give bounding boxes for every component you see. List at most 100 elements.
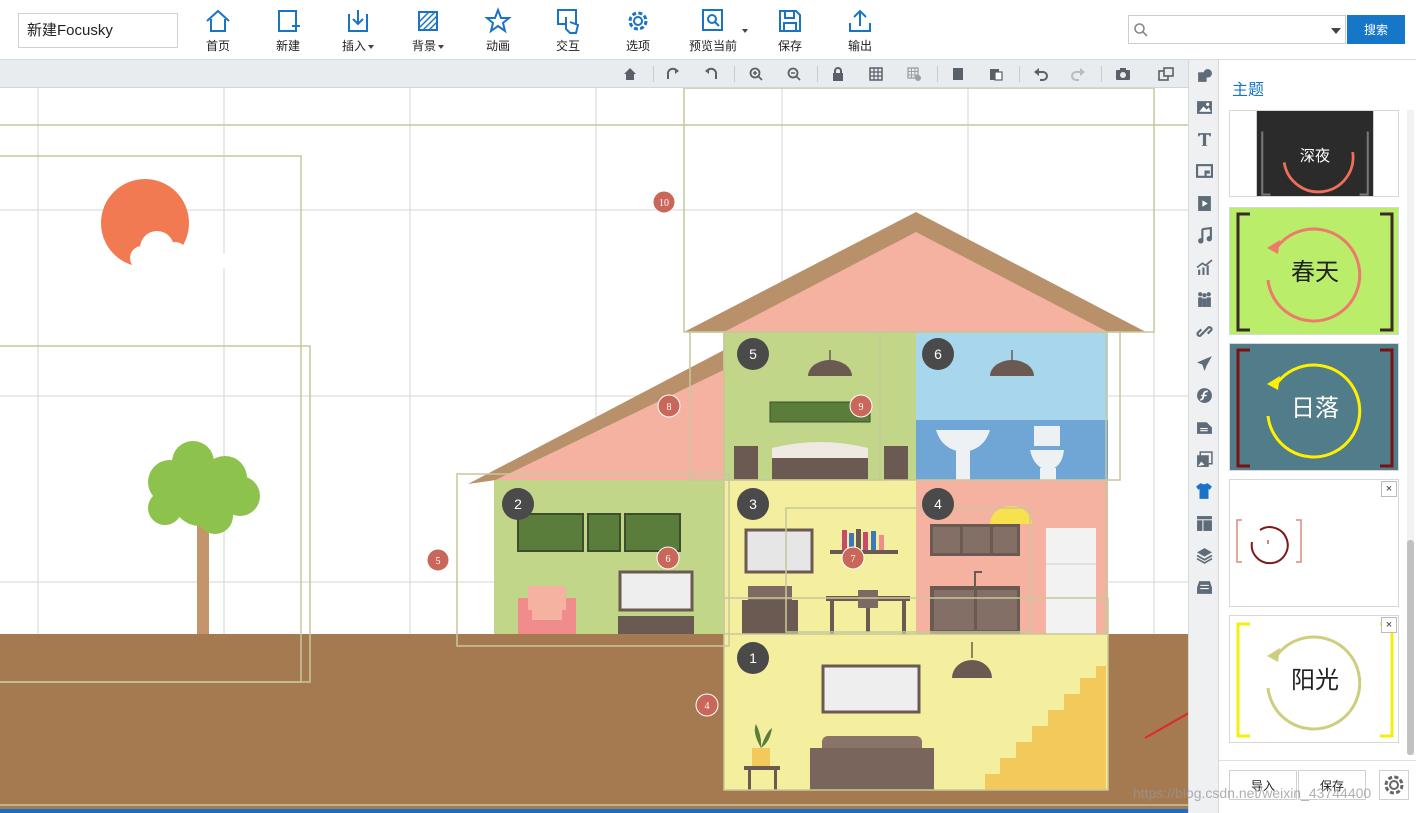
rotate-right-icon xyxy=(666,67,679,79)
new-button[interactable]: 新建 xyxy=(258,7,318,55)
search-button[interactable]: 搜索 xyxy=(1347,15,1405,44)
image-tool[interactable] xyxy=(1193,96,1215,118)
window-mode-button[interactable] xyxy=(1155,64,1177,84)
sun-graphic[interactable] xyxy=(101,179,227,270)
editing-canvas[interactable]: 5 6 2 3 4 1 10 8 9 6 7 5 4 xyxy=(0,88,1188,810)
room-badge-6: 6 xyxy=(934,346,942,362)
redo-icon xyxy=(1071,68,1085,81)
flash-tool[interactable] xyxy=(1193,352,1215,374)
gallery-tool[interactable] xyxy=(1193,448,1215,470)
undo-button[interactable] xyxy=(1030,64,1052,84)
rotate-right-button[interactable] xyxy=(662,64,684,84)
theme-card-sunshine[interactable]: 阳光 × xyxy=(1229,615,1399,743)
animation-button[interactable]: 动画 xyxy=(468,7,528,55)
formula-tool[interactable] xyxy=(1193,416,1215,438)
grid-button[interactable] xyxy=(865,64,887,84)
archive-tool[interactable] xyxy=(1193,576,1215,598)
copy-icon xyxy=(953,68,963,80)
chart-tool[interactable] xyxy=(1193,256,1215,278)
new-page-icon xyxy=(278,10,300,32)
theme-preview-sunset: 日落 xyxy=(1230,344,1398,470)
camera-icon xyxy=(1116,68,1130,80)
video-icon xyxy=(1197,195,1211,211)
zoom-out-button[interactable] xyxy=(783,64,805,84)
swf-icon xyxy=(1196,387,1212,403)
frame-badge-4: 4 xyxy=(705,701,710,712)
background-button[interactable]: 背景 xyxy=(398,7,458,55)
theme-name-sunshine: 阳光 xyxy=(1291,666,1339,694)
search-input[interactable] xyxy=(1153,19,1323,40)
shapes-tool[interactable] xyxy=(1193,64,1215,86)
close-theme-custom-1-button[interactable]: × xyxy=(1381,481,1397,497)
theme-name-midnight: 深夜 xyxy=(1300,147,1330,165)
theme-panel-scrollbar[interactable] xyxy=(1407,110,1414,755)
search-icon xyxy=(1134,23,1148,37)
document-icon xyxy=(1196,421,1212,434)
window-mode-icon xyxy=(1158,67,1174,81)
paste-button[interactable] xyxy=(985,64,1007,84)
rotate-left-button[interactable] xyxy=(700,64,722,84)
theme-card-spring[interactable]: 春天 xyxy=(1229,207,1399,335)
save-button[interactable]: 保存 xyxy=(760,7,820,55)
layers-tool[interactable] xyxy=(1193,544,1215,566)
layout-tool[interactable] xyxy=(1193,512,1215,534)
special-symbol-tool[interactable] xyxy=(1193,384,1215,406)
theme-panel-scroll-thumb[interactable] xyxy=(1407,540,1414,755)
tshirt-icon xyxy=(1196,483,1212,499)
search-box[interactable] xyxy=(1128,15,1346,44)
new-label: 新建 xyxy=(275,39,300,53)
character-tool[interactable] xyxy=(1193,288,1215,310)
frame-badge-5: 5 xyxy=(436,556,441,567)
search-dropdown-caret-icon[interactable] xyxy=(1331,28,1341,34)
project-title-field[interactable]: 新建Focusky xyxy=(18,13,178,48)
insert-button[interactable]: 插入 xyxy=(328,7,388,55)
interact-button[interactable]: 交互 xyxy=(538,7,598,55)
room-badge-5: 5 xyxy=(749,346,757,362)
save-label: 保存 xyxy=(777,39,802,53)
animation-label: 动画 xyxy=(485,39,510,53)
copy-button[interactable] xyxy=(947,64,969,84)
undo-icon xyxy=(1034,68,1048,81)
paste-icon xyxy=(990,69,1003,81)
lock-button[interactable] xyxy=(827,64,849,84)
close-theme-sunshine-button[interactable]: × xyxy=(1381,617,1397,633)
home-view-button[interactable] xyxy=(619,64,641,84)
theme-settings-button[interactable] xyxy=(1379,770,1409,800)
options-label: 选项 xyxy=(625,39,650,53)
theme-tool[interactable] xyxy=(1193,480,1215,502)
zoom-in-icon xyxy=(749,67,763,81)
photo-album-icon xyxy=(1196,450,1213,467)
screenshot-button[interactable] xyxy=(1112,64,1134,84)
room-badge-2: 2 xyxy=(514,496,522,512)
gear-icon xyxy=(1384,775,1404,795)
preview-button[interactable]: 预览当前 xyxy=(680,7,748,55)
home-icon xyxy=(206,9,230,32)
room-badge-4: 4 xyxy=(934,496,942,512)
tree-graphic[interactable] xyxy=(148,441,260,636)
export-button[interactable]: 输出 xyxy=(830,7,890,55)
grid-settings-button[interactable] xyxy=(903,64,925,84)
interact-label: 交互 xyxy=(555,39,580,53)
preview-icon xyxy=(702,9,723,31)
music-tool[interactable] xyxy=(1193,224,1215,246)
rotate-left-icon xyxy=(705,67,718,79)
main-toolbar: 新建Focusky 首页 新建 插入 背景 动画 交互 选项 预览当前 保存 输… xyxy=(0,0,1416,60)
frame-tool[interactable] xyxy=(1193,160,1215,182)
watermark-text: https://blog.csdn.net/weixin_43744400 xyxy=(1133,785,1372,801)
theme-name-sunset: 日落 xyxy=(1291,394,1339,422)
theme-card-sunset[interactable]: 日落 xyxy=(1229,343,1399,471)
text-tool[interactable] xyxy=(1193,128,1215,150)
video-tool[interactable] xyxy=(1193,192,1215,214)
redo-button[interactable] xyxy=(1067,64,1089,84)
home-button[interactable]: 首页 xyxy=(188,7,248,55)
star-animation-icon xyxy=(484,7,512,34)
theme-card-custom-1[interactable]: × xyxy=(1229,479,1399,607)
link-tool[interactable] xyxy=(1193,320,1215,342)
theme-card-midnight[interactable]: 深夜 xyxy=(1229,110,1399,197)
insert-label: 插入 xyxy=(341,39,366,53)
preview-dropdown-caret-icon[interactable] xyxy=(742,29,748,33)
theme-preview-spring: 春天 xyxy=(1230,208,1398,334)
options-button[interactable]: 选项 xyxy=(608,7,668,55)
zoom-in-button[interactable] xyxy=(745,64,767,84)
frame-badge-7: 7 xyxy=(851,554,856,565)
